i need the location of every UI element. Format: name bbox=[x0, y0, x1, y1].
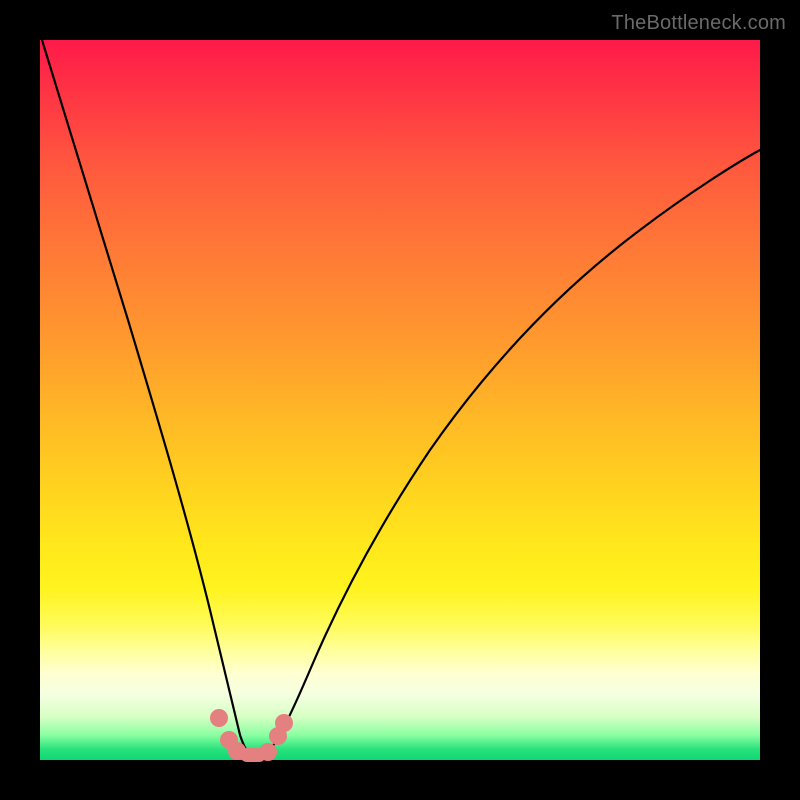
watermark-text: TheBottleneck.com bbox=[611, 12, 786, 35]
marker-dot bbox=[275, 714, 293, 732]
marker-dot bbox=[259, 743, 277, 761]
curve-svg bbox=[40, 40, 760, 760]
plot-area bbox=[40, 40, 760, 760]
chart-frame: TheBottleneck.com bbox=[0, 0, 800, 800]
marker-dot bbox=[210, 709, 228, 727]
bottleneck-curve bbox=[42, 40, 760, 757]
